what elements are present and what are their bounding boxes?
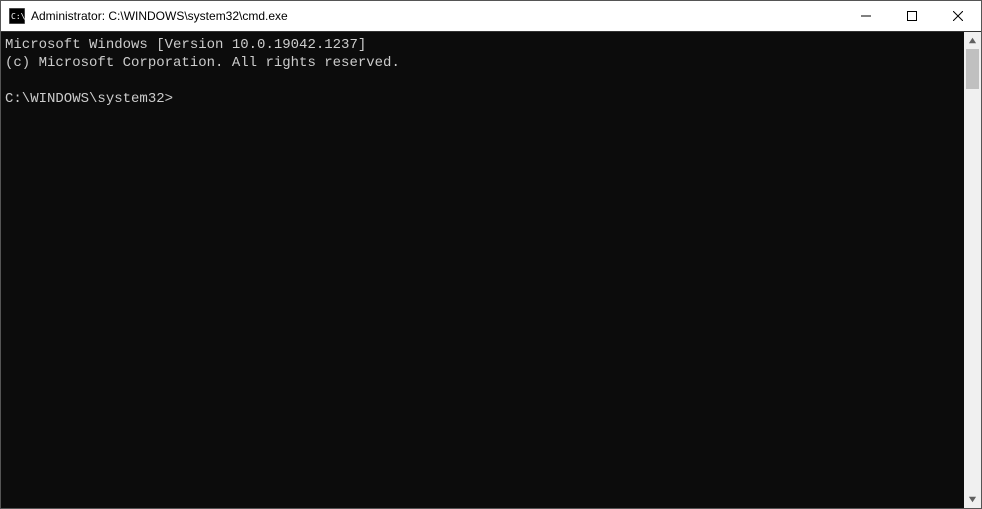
terminal-area: Microsoft Windows [Version 10.0.19042.12… [1,31,981,508]
scroll-down-arrow[interactable] [964,491,981,508]
vertical-scrollbar[interactable] [964,32,981,508]
window-controls [843,1,981,31]
titlebar[interactable]: C:\ Administrator: C:\WINDOWS\system32\c… [1,1,981,31]
svg-text:C:\: C:\ [11,12,25,21]
version-line: Microsoft Windows [Version 10.0.19042.12… [5,37,366,53]
minimize-button[interactable] [843,1,889,31]
copyright-line: (c) Microsoft Corporation. All rights re… [5,55,400,71]
prompt-line: C:\WINDOWS\system32> [5,91,173,107]
maximize-button[interactable] [889,1,935,31]
scroll-thumb[interactable] [966,49,979,89]
scroll-up-arrow[interactable] [964,32,981,49]
cmd-icon: C:\ [9,8,25,24]
command-prompt-window: C:\ Administrator: C:\WINDOWS\system32\c… [0,0,982,509]
terminal-output[interactable]: Microsoft Windows [Version 10.0.19042.12… [1,32,964,508]
scroll-track[interactable] [964,49,981,491]
close-button[interactable] [935,1,981,31]
window-title: Administrator: C:\WINDOWS\system32\cmd.e… [31,9,843,23]
